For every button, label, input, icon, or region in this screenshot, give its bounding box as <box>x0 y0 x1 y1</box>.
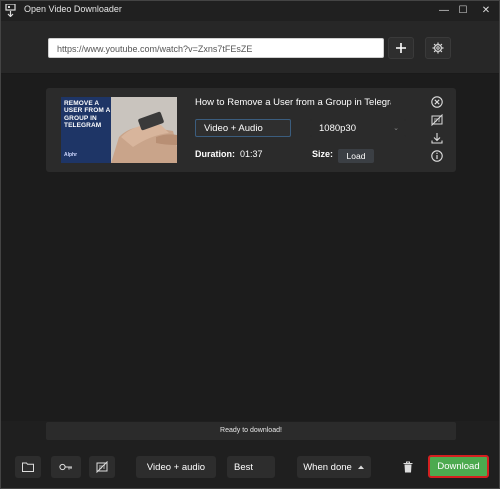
url-input[interactable]: https://www.youtube.com/watch?v=Zxns7tFE… <box>48 38 384 58</box>
global-quality-value: Best <box>234 461 254 473</box>
app-window: Open Video Downloader — ☐ ✕ https://www.… <box>0 0 500 489</box>
load-size-button[interactable]: Load <box>338 149 374 163</box>
maximize-button[interactable]: ☐ <box>453 3 473 19</box>
video-title: How to Remove a User from a Group in Tel… <box>195 97 391 108</box>
format-select-value: Video + Audio <box>204 123 263 134</box>
authentication-button[interactable] <box>51 456 81 478</box>
duration-value: 01:37 <box>240 149 263 159</box>
close-window-button[interactable]: ✕ <box>476 3 496 19</box>
key-icon <box>59 463 72 471</box>
global-format-select[interactable]: Video + audio <box>136 456 216 478</box>
download-icon[interactable] <box>431 132 443 144</box>
gear-icon <box>432 42 444 54</box>
global-subtitles-button[interactable] <box>89 456 115 478</box>
plus-icon <box>396 43 406 53</box>
settings-button[interactable] <box>425 37 451 59</box>
size-label: Size: <box>312 149 334 159</box>
url-toolbar: https://www.youtube.com/watch?v=Zxns7tFE… <box>1 21 499 74</box>
open-folder-button[interactable] <box>15 456 41 478</box>
format-select[interactable]: Video + Audio <box>195 119 291 137</box>
folder-icon <box>22 462 34 472</box>
download-all-button[interactable]: Download <box>428 455 489 478</box>
duration-label: Duration: <box>195 149 235 159</box>
video-list: REMOVE A USER FROM A GROUP IN TELEGRAM A… <box>1 74 499 421</box>
thumbnail-caption: REMOVE A USER FROM A GROUP IN TELEGRAM <box>64 100 111 129</box>
caret-up-icon <box>357 465 364 469</box>
status-message: Ready to download! <box>46 422 456 440</box>
add-video-button[interactable] <box>388 37 414 59</box>
global-format-value: Video + audio <box>146 461 206 473</box>
quality-select-value: 1080p30 <box>319 123 356 134</box>
bottom-toolbar: Video + audio Best When done <box>1 444 499 488</box>
clear-list-button[interactable] <box>397 456 419 478</box>
no-subtitles-icon[interactable] <box>431 114 443 126</box>
title-bar: Open Video Downloader — ☐ ✕ <box>1 1 499 21</box>
thumbnail-brand: Alphr <box>64 152 78 158</box>
when-done-button[interactable]: When done <box>297 456 371 478</box>
video-card: REMOVE A USER FROM A GROUP IN TELEGRAM A… <box>46 88 456 172</box>
remove-video-icon[interactable] <box>431 96 443 108</box>
minimize-button[interactable]: — <box>434 3 454 19</box>
when-done-label: When done <box>303 461 352 473</box>
global-quality-select[interactable]: Best <box>227 456 275 478</box>
quality-select[interactable]: 1080p30 ⌄ <box>310 119 406 137</box>
app-logo-icon <box>5 4 16 17</box>
info-icon[interactable] <box>431 150 443 162</box>
chevron-down-icon: ⌄ <box>393 125 399 132</box>
no-subtitles-icon <box>96 461 108 473</box>
video-thumbnail: REMOVE A USER FROM A GROUP IN TELEGRAM A… <box>61 97 177 163</box>
window-title: Open Video Downloader <box>24 4 122 14</box>
trash-icon <box>403 461 413 473</box>
